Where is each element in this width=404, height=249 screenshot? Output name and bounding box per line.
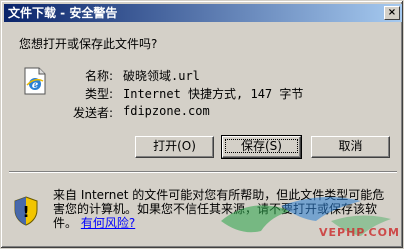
name-label: 名称: (84, 69, 113, 83)
save-button-label: 保存(S) (225, 139, 298, 153)
sender-label: 发送者: (72, 106, 113, 120)
separator (9, 171, 397, 173)
sender-value: fdipzone.com (123, 104, 210, 118)
svg-text:e: e (32, 80, 38, 91)
risk-link[interactable]: 有何风险? (81, 216, 135, 230)
type-label: 类型: (84, 87, 113, 101)
watermark-text: VEPHP.COM (319, 226, 400, 239)
internet-shortcut-icon: e (24, 67, 46, 95)
save-button[interactable]: 保存(S) (221, 135, 302, 159)
download-question: 您想打开或保存此文件吗? (19, 37, 158, 51)
svg-text:!: ! (23, 203, 30, 221)
type-value: Internet 快捷方式, 147 字节 (123, 87, 304, 101)
open-button[interactable]: 打开(O) (135, 136, 214, 158)
cancel-button[interactable]: 取消 (311, 136, 390, 158)
close-button[interactable]: × (384, 6, 400, 20)
window-title: 文件下载 - 安全警告 (8, 6, 118, 20)
file-download-dialog: 文件下载 - 安全警告 × 您想打开或保存此文件吗? e 名称: 破晓领域.ur… (0, 0, 404, 249)
name-value: 破晓领域.url (123, 69, 200, 83)
security-shield-icon: ! (14, 196, 38, 226)
title-bar: 文件下载 - 安全警告 × (4, 4, 402, 22)
